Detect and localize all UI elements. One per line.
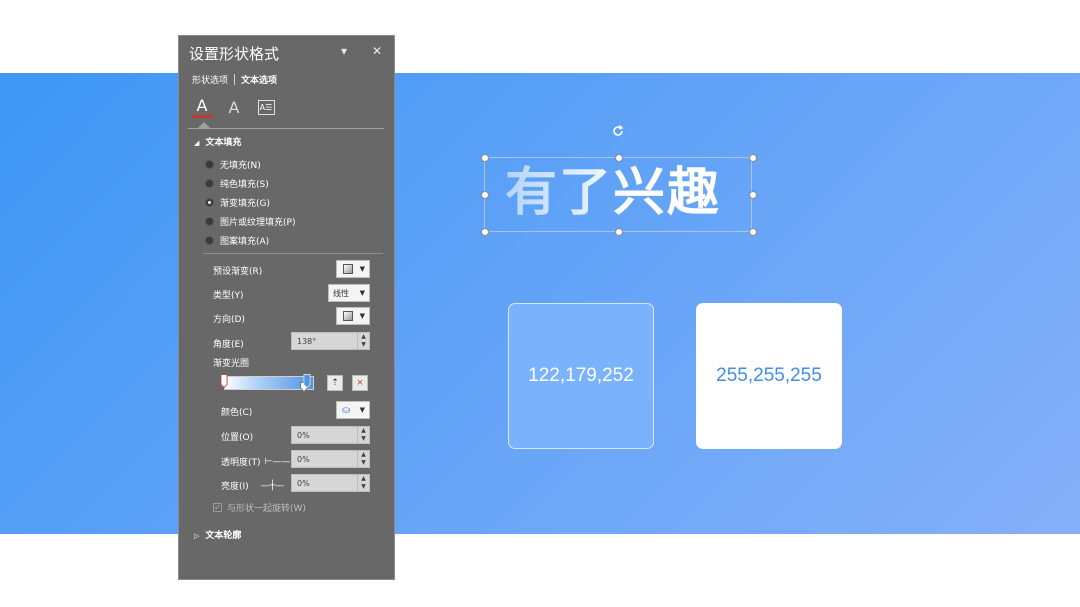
radio-pattern-fill[interactable]: 图案填充(A) [205, 234, 269, 247]
section-text-fill-label: 文本填充 [205, 138, 242, 148]
paint-bucket-icon: ⛀ [342, 404, 351, 416]
type-value: 线性 [333, 288, 349, 298]
transparency-label: 透明度(T) [221, 458, 261, 468]
resize-handle-right[interactable] [749, 191, 757, 199]
chevron-down-icon: ▼ [359, 406, 365, 414]
position-label: 位置(O) [221, 433, 254, 443]
section-text-outline-label: 文本轮廓 [205, 531, 242, 541]
resize-handle-bottom-right[interactable] [749, 228, 757, 236]
resize-handle-left[interactable] [481, 191, 489, 199]
position-spinner[interactable]: 0% ▲ ▼ [291, 426, 370, 444]
radio-label: 渐变填充(G) [220, 199, 270, 209]
chevron-down-icon: ▼ [359, 312, 365, 320]
remove-stop-icon[interactable]: ⨯ [352, 375, 368, 391]
rotate-with-shape-checkbox[interactable]: ✓ 与形状一起旋转(W) [213, 501, 306, 514]
brightness-label: 亮度(I) [221, 482, 249, 492]
textbox-glyph: A☰ [257, 99, 275, 115]
text-options-icon-row: A A A☰ [192, 96, 276, 118]
checkmark-icon: ✓ [213, 503, 222, 512]
add-stop-icon[interactable]: ⇡ [327, 375, 343, 391]
section-text-fill[interactable]: ◢ 文本填充 [194, 135, 241, 148]
radio-label: 图片或纹理填充(P) [220, 218, 296, 228]
spinner-arrows-icon[interactable]: ▲ ▼ [357, 451, 369, 467]
selection-box[interactable] [484, 157, 752, 232]
gradient-stop-selected[interactable] [220, 374, 228, 388]
transparency-label-row: 透明度(T) ⊢—— [221, 455, 294, 469]
tab-shape-options[interactable]: 形状选项 [192, 73, 228, 86]
radio-dot [205, 217, 214, 226]
text-effects-icon[interactable]: A [224, 96, 244, 118]
text-effects-glyph: A [228, 97, 240, 117]
spinner-arrows-icon[interactable]: ▲ ▼ [357, 427, 369, 443]
radio-gradient-fill[interactable]: 渐变填充(G) [205, 196, 270, 209]
expand-triangle-icon: ▷ [194, 532, 200, 540]
textbox-icon[interactable]: A☰ [256, 96, 276, 118]
radio-dot [205, 179, 214, 188]
transparency-spinner[interactable]: 0% ▲ ▼ [291, 450, 370, 468]
spinner-arrows-icon[interactable]: ▲ ▼ [357, 475, 369, 491]
resize-handle-bottom-left[interactable] [481, 228, 489, 236]
close-icon[interactable]: ✕ [372, 44, 382, 58]
gradient-stops-label: 渐变光圈 [213, 359, 250, 369]
type-label: 类型(Y) [213, 291, 244, 301]
swatch-rgb-label: 255,255,255 [716, 365, 822, 386]
format-shape-pane: 设置形状格式 ▾ ✕ 形状选项 文本选项 A A A☰ ◢ 文本填充 无填充(N)… [178, 35, 395, 580]
chevron-down-icon: ▼ [359, 289, 365, 297]
direction-preview-icon [343, 311, 353, 321]
chevron-down-icon: ▼ [359, 265, 365, 273]
angle-label: 角度(E) [213, 340, 244, 350]
slider-icon[interactable]: —┼— [261, 481, 284, 491]
radio-label: 纯色填充(S) [220, 180, 269, 190]
options-divider [203, 253, 383, 254]
brightness-spinner[interactable]: 0% ▲ ▼ [291, 474, 370, 492]
section-text-outline[interactable]: ▷ 文本轮廓 [194, 528, 241, 541]
spinner-arrows-icon[interactable]: ▲ ▼ [357, 333, 369, 349]
radio-solid-fill[interactable]: 纯色填充(S) [205, 177, 269, 190]
color-swatch-white: 255,255,255 [696, 303, 842, 449]
resize-handle-top-right[interactable] [749, 154, 757, 162]
icon-row-divider [188, 128, 384, 129]
direction-dropdown[interactable]: ▼ [336, 307, 370, 325]
pane-options-chevron-icon[interactable]: ▾ [341, 44, 347, 58]
color-dropdown[interactable]: ⛀ ▼ [336, 401, 370, 419]
slider-icon[interactable]: ⊢—— [265, 457, 291, 467]
radio-picture-fill[interactable]: 图片或纹理填充(P) [205, 215, 295, 228]
preset-gradient-label: 预设渐变(R) [213, 267, 263, 277]
transparency-value: 0% [297, 454, 310, 464]
gradient-stop-end[interactable] [303, 374, 311, 388]
tab-text-options[interactable]: 文本选项 [241, 73, 277, 86]
text-fill-outline-icon[interactable]: A [192, 96, 212, 118]
radio-dot [205, 160, 214, 169]
rotate-handle-icon[interactable] [611, 124, 625, 138]
color-label: 颜色(C) [221, 408, 253, 418]
type-dropdown[interactable]: 线性 ▼ [328, 284, 370, 302]
rotate-with-shape-label: 与形状一起旋转(W) [227, 504, 306, 514]
radio-label: 无填充(N) [220, 161, 261, 171]
pane-title: 设置形状格式 [189, 45, 280, 63]
collapse-triangle-icon: ◢ [194, 139, 200, 147]
tab-separator [234, 74, 236, 85]
pane-tabs: 形状选项 文本选项 [192, 73, 277, 86]
resize-handle-top-left[interactable] [481, 154, 489, 162]
brightness-value: 0% [297, 478, 310, 488]
radio-no-fill[interactable]: 无填充(N) [205, 158, 261, 171]
color-swatch-light-blue: 122,179,252 [508, 303, 654, 449]
resize-handle-top[interactable] [615, 154, 623, 162]
swatch-rgb-label: 122,179,252 [528, 365, 634, 386]
angle-value: 138° [297, 336, 317, 346]
radio-label: 图案填充(A) [220, 237, 270, 247]
position-value: 0% [297, 430, 310, 440]
preset-gradient-dropdown[interactable]: ▼ [336, 260, 370, 278]
radio-dot [205, 236, 214, 245]
brightness-label-row: 亮度(I) —┼— [221, 479, 288, 493]
text-fill-glyph: A [196, 96, 208, 115]
resize-handle-bottom[interactable] [615, 228, 623, 236]
angle-spinner[interactable]: 138° ▲ ▼ [291, 332, 370, 350]
direction-label: 方向(D) [213, 315, 245, 325]
radio-dot-selected [205, 198, 214, 207]
gradient-preview-icon [343, 264, 353, 274]
